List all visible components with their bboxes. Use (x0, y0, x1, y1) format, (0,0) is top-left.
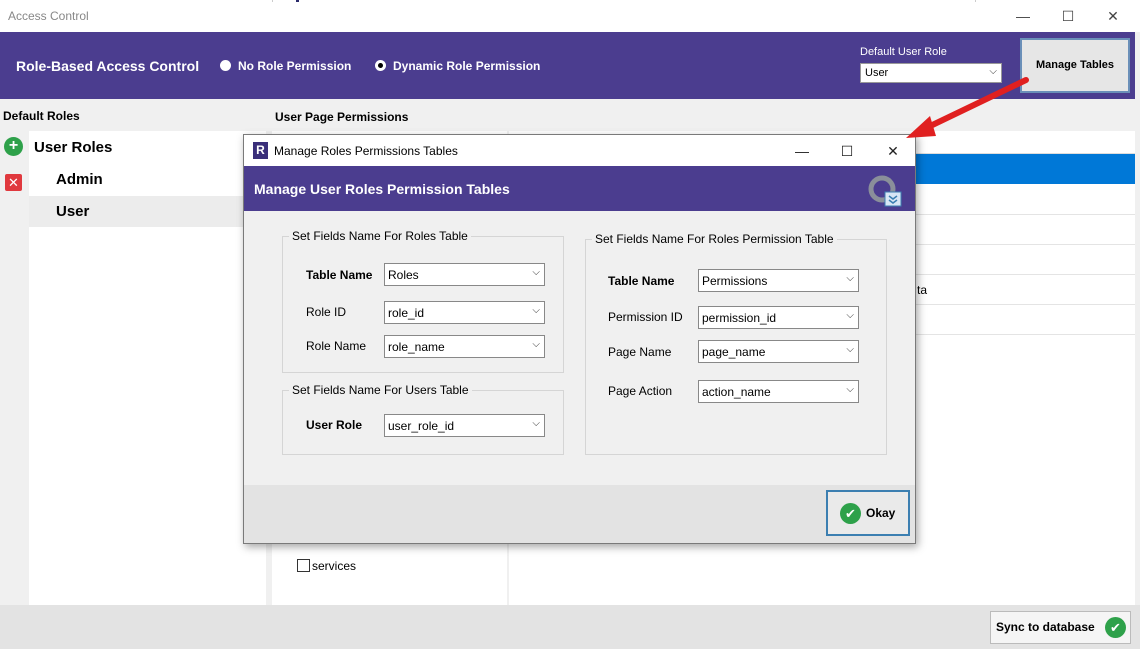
group-legend: Set Fields Name For Roles Table (289, 229, 471, 243)
permission-id-select[interactable]: permission_id ⌵ (698, 306, 859, 329)
maximize-icon[interactable]: ☐ (837, 141, 857, 161)
sync-to-database-button[interactable]: Sync to database ✔ (990, 611, 1131, 644)
dialog-title: Manage Roles Permissions Tables (274, 144, 458, 158)
field-label: Role ID (306, 305, 347, 319)
page-checkbox-services[interactable]: services (297, 559, 356, 573)
close-icon[interactable]: ✕ (1103, 6, 1123, 26)
select-value: role_id (388, 306, 425, 320)
select-value: Roles (388, 268, 419, 282)
roles-tree-root[interactable]: User Roles (34, 139, 112, 156)
group-legend: Set Fields Name For Users Table (289, 383, 472, 397)
chevron-down-icon: ⌵ (846, 273, 854, 284)
default-user-role-label: Default User Role (860, 46, 947, 58)
roles-table-name-select[interactable]: Roles ⌵ (384, 263, 545, 286)
select-value: permission_id (702, 311, 777, 325)
dialog-footer (244, 485, 915, 543)
group-legend: Set Fields Name For Roles Permission Tab… (592, 232, 837, 246)
field-label: Role Name (306, 339, 367, 353)
default-roles-heading: Default Roles (3, 109, 80, 123)
radio-dynamic-role-permission[interactable]: Dynamic Role Permission (375, 59, 540, 73)
background-divider (272, 0, 273, 2)
field-label: Table Name (608, 274, 675, 288)
role-id-select[interactable]: role_id ⌵ (384, 301, 545, 324)
page-name-select[interactable]: page_name ⌵ (698, 340, 859, 363)
radio-unselected-icon (220, 60, 231, 71)
minimize-icon[interactable]: — (1013, 6, 1033, 26)
sync-label: Sync to database (996, 620, 1095, 634)
grid-row-divider (900, 304, 1135, 305)
grid-cell-text: ta (917, 283, 928, 297)
radio-no-role-permission[interactable]: No Role Permission (220, 59, 351, 73)
field-label: Permission ID (608, 310, 683, 324)
window-title: Access Control (8, 9, 89, 23)
okay-label: Okay (866, 506, 896, 520)
chevron-down-icon: ⌵ (532, 418, 540, 429)
select-value: action_name (702, 385, 771, 399)
grid-row-divider (900, 214, 1135, 215)
dialog-titlebar: R Manage Roles Permissions Tables — ☐ ✕ (244, 135, 915, 166)
chevron-down-icon: ⌵ (846, 310, 854, 321)
checkmark-icon: ✔ (1105, 617, 1126, 638)
select-value: Permissions (702, 274, 768, 288)
grid-row-divider (900, 274, 1135, 275)
select-value: user_role_id (388, 419, 455, 433)
maximize-icon[interactable]: ☐ (1058, 6, 1078, 26)
checkbox-label: services (312, 559, 357, 573)
bottom-bar (0, 605, 1140, 649)
field-label: Table Name (306, 268, 373, 282)
background-divider (296, 0, 299, 2)
radio-selected-icon (375, 60, 386, 71)
role-item-admin[interactable]: Admin (29, 164, 266, 195)
field-label: Page Name (608, 345, 672, 359)
window-titlebar: Access Control — ☐ ✕ (0, 0, 1140, 32)
annotation-arrow-icon (906, 77, 1029, 138)
checkbox-icon (297, 559, 310, 572)
access-control-window: Access Control — ☐ ✕ Role-Based Access C… (0, 0, 1140, 649)
chevron-down-icon: ⌵ (846, 384, 854, 395)
chevron-down-icon: ⌵ (532, 339, 540, 350)
app-logo-icon: R (253, 142, 268, 159)
selected-grid-row[interactable] (900, 154, 1135, 184)
add-role-icon[interactable]: + (4, 137, 23, 156)
okay-button[interactable]: ✔ Okay (826, 490, 910, 536)
role-item-user[interactable]: User (29, 196, 266, 227)
user-page-permissions-heading: User Page Permissions (275, 110, 409, 124)
role-name-select[interactable]: role_name ⌵ (384, 335, 545, 358)
page-action-select[interactable]: action_name ⌵ (698, 380, 859, 403)
radio-label: No Role Permission (238, 59, 352, 73)
minimize-icon[interactable]: — (792, 141, 812, 161)
grid-row-divider (900, 244, 1135, 245)
radio-label: Dynamic Role Permission (393, 59, 541, 73)
grid-row-divider (900, 334, 1135, 335)
select-value: page_name (702, 345, 766, 359)
app-title: Role-Based Access Control (16, 58, 200, 74)
permissions-table-name-select[interactable]: Permissions ⌵ (698, 269, 859, 292)
chevron-down-icon: ⌵ (532, 305, 540, 316)
dialog-header: Manage User Roles Permission Tables (244, 166, 915, 211)
chevron-down-icon: ⌵ (846, 344, 854, 355)
background-divider (975, 0, 976, 2)
manage-tables-dialog: R Manage Roles Permissions Tables — ☐ ✕ … (243, 134, 916, 544)
checkmark-icon: ✔ (840, 503, 861, 524)
select-value: User (865, 67, 889, 79)
select-value: role_name (388, 340, 445, 354)
user-role-select[interactable]: user_role_id ⌵ (384, 414, 545, 437)
settings-sync-icon (868, 175, 902, 207)
delete-role-icon[interactable]: ✕ (5, 174, 22, 191)
field-label: User Role (306, 418, 363, 432)
chevron-down-icon: ⌵ (532, 267, 540, 278)
field-label: Page Action (608, 384, 673, 398)
dialog-heading: Manage User Roles Permission Tables (254, 181, 510, 197)
